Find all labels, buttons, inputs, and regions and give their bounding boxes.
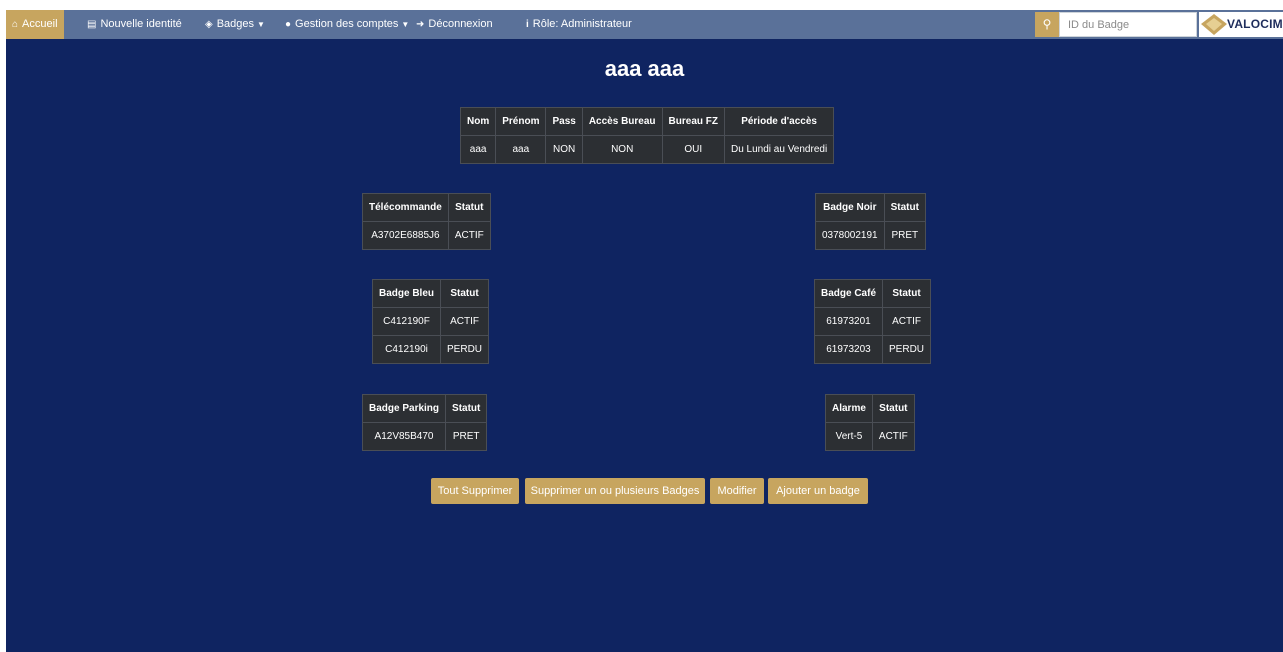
badge-noir-table: Badge Noir Statut 0378002191 PRET — [815, 193, 926, 250]
cell-id: 0378002191 — [815, 221, 885, 250]
cell-id: C412190i — [371, 335, 442, 364]
table-row: C412190F ACTIF — [371, 307, 490, 336]
header-badge-cafe: Badge Café — [813, 279, 884, 308]
page-title: aaa aaa — [604, 56, 685, 81]
cell-statut: PERDU — [882, 335, 932, 364]
cell-id: Vert-5 — [825, 422, 873, 451]
valocim-logo: VALOCIM — [1199, 12, 1283, 37]
badge-bleu-table: Badge Bleu Statut C412190F ACTIF C412190… — [371, 279, 490, 364]
nav-deconnexion[interactable]: ➜ Déconnexion — [416, 10, 493, 39]
cell-id: C412190F — [371, 307, 442, 336]
header-bureau-fz: Bureau FZ — [661, 107, 725, 136]
search-icon: ⚲ — [1042, 17, 1052, 31]
role-label: i Rôle: Administrateur — [526, 10, 632, 39]
table-row: C412190i PERDU — [371, 335, 490, 364]
cell-id: A12V85B470 — [361, 422, 447, 451]
header-badge-bleu: Badge Bleu — [371, 279, 442, 308]
header-statut: Statut — [445, 394, 488, 423]
logo-text: VALOCIM — [1227, 17, 1283, 31]
table-header-row: Télécommande Statut — [362, 193, 491, 222]
header-telecommande: Télécommande — [362, 193, 449, 222]
logo-icon — [1201, 14, 1227, 35]
header-badge-parking: Badge Parking — [361, 394, 447, 423]
table-row: 61973201 ACTIF — [813, 307, 932, 336]
top-strip — [0, 0, 1283, 10]
table-row: A12V85B470 PRET — [361, 422, 488, 451]
cell-id: A3702E6885J6 — [362, 221, 449, 250]
cell-statut: ACTIF — [440, 307, 490, 336]
caret-down-icon: ▼ — [401, 20, 410, 29]
table-row: 0378002191 PRET — [815, 221, 926, 250]
cell-id: 61973203 — [813, 335, 884, 364]
table-header-row: Badge Bleu Statut — [371, 279, 490, 308]
table-header-row: Badge Noir Statut — [815, 193, 926, 222]
cell-prenom: aaa — [495, 135, 547, 164]
header-alarme: Alarme — [825, 394, 873, 423]
search-button[interactable]: ⚲ — [1035, 12, 1059, 37]
cell-statut: ACTIF — [871, 422, 915, 451]
header-badge-noir: Badge Noir — [815, 193, 885, 222]
cell-statut: ACTIF — [447, 221, 491, 250]
cell-statut: PRET — [445, 422, 488, 451]
navbar: ⌂ Accueil ▤ Nouvelle identité ◈ Badges ▼ ● Ge… — [6, 10, 1283, 39]
user-circle-icon: ● — [285, 19, 292, 30]
nav-accueil[interactable]: ⌂ Accueil — [6, 10, 64, 39]
cell-statut: ACTIF — [882, 307, 932, 336]
header-pass: Pass — [545, 107, 583, 136]
header-acces-bureau: Accès Bureau — [581, 107, 663, 136]
table-header-row: Alarme Statut — [825, 394, 915, 423]
info-icon: i — [526, 19, 529, 30]
tout-supprimer-button[interactable]: Tout Supprimer — [431, 478, 519, 504]
cell-pass: NON — [545, 135, 583, 164]
caret-down-icon: ▼ — [257, 20, 265, 29]
table-row: A3702E6885J6 ACTIF — [362, 221, 491, 250]
sign-out-icon: ➜ — [416, 19, 425, 30]
cell-statut: PERDU — [440, 335, 490, 364]
table-row: Vert-5 ACTIF — [825, 422, 915, 451]
table-row: 61973203 PERDU — [813, 335, 932, 364]
header-periode-acces: Période d'accès — [723, 107, 835, 136]
table-header-row: Badge Café Statut — [813, 279, 932, 308]
home-icon: ⌂ — [12, 19, 19, 30]
header-statut: Statut — [882, 279, 932, 308]
table-header-row: Nom Prénom Pass Accès Bureau Bureau FZ P… — [459, 107, 835, 136]
badge-search-input[interactable] — [1059, 12, 1197, 37]
header-statut: Statut — [871, 394, 915, 423]
supprimer-badges-button[interactable]: Supprimer un ou plusieurs Badges — [525, 478, 705, 504]
cell-periode-acces: Du Lundi au Vendredi — [723, 135, 835, 164]
tags-icon: ◈ — [205, 19, 213, 30]
header-prenom: Prénom — [495, 107, 547, 136]
nav-gestion-comptes-dropdown[interactable]: ● Gestion des comptes ▼ — [285, 10, 409, 39]
telecommande-table: Télécommande Statut A3702E6885J6 ACTIF — [362, 193, 491, 250]
nav-badges-dropdown[interactable]: ◈ Badges ▼ — [205, 10, 265, 39]
ajouter-badge-button[interactable]: Ajouter un badge — [768, 478, 868, 504]
modifier-button[interactable]: Modifier — [710, 478, 764, 504]
cell-id: 61973201 — [813, 307, 884, 336]
table-row: aaa aaa NON NON OUI Du Lundi au Vendredi — [459, 135, 835, 164]
header-statut: Statut — [447, 193, 491, 222]
header-statut: Statut — [883, 193, 926, 222]
page-frame: ⌂ Accueil ▤ Nouvelle identité ◈ Badges ▼ ● Ge… — [6, 10, 1283, 652]
badge-parking-table: Badge Parking Statut A12V85B470 PRET — [361, 394, 488, 451]
alarme-table: Alarme Statut Vert-5 ACTIF — [825, 394, 915, 451]
nav-nouvelle-identite[interactable]: ▤ Nouvelle identité — [87, 10, 182, 39]
cell-acces-bureau: NON — [581, 135, 663, 164]
cell-nom: aaa — [459, 135, 497, 164]
id-card-icon: ▤ — [87, 19, 97, 30]
table-header-row: Badge Parking Statut — [361, 394, 488, 423]
badge-cafe-table: Badge Café Statut 61973201 ACTIF 6197320… — [813, 279, 932, 364]
identity-table: Nom Prénom Pass Accès Bureau Bureau FZ P… — [459, 107, 835, 164]
cell-statut: PRET — [883, 221, 926, 250]
cell-bureau-fz: OUI — [661, 135, 725, 164]
header-nom: Nom — [459, 107, 497, 136]
header-statut: Statut — [440, 279, 490, 308]
